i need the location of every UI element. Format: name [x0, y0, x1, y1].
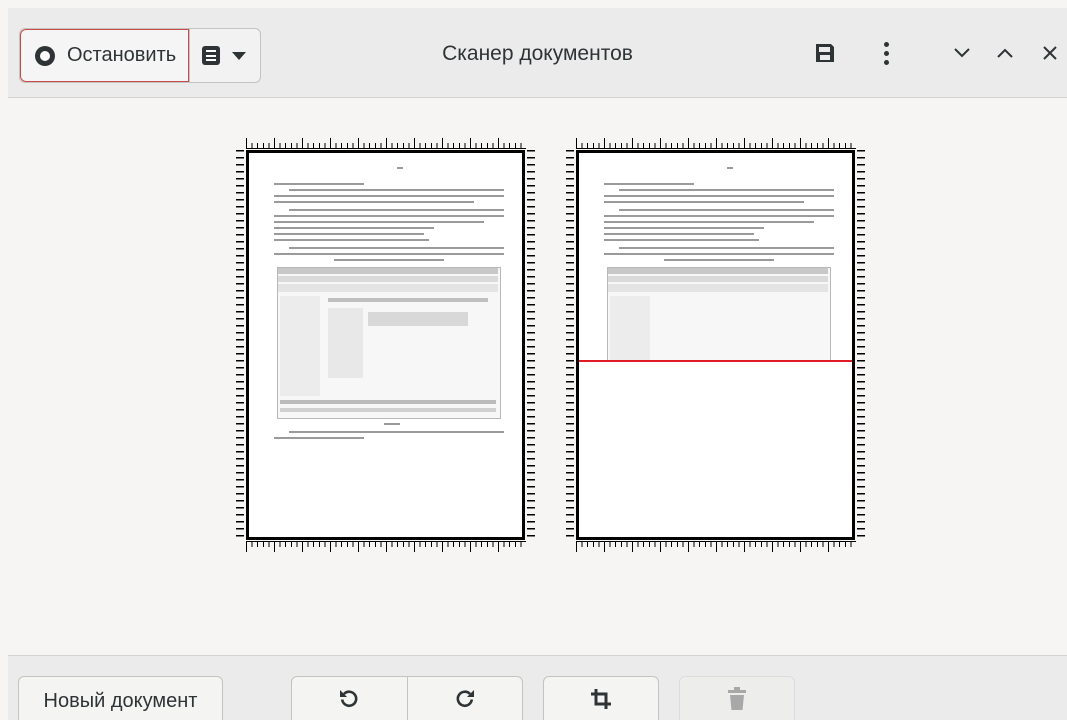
maximize-icon[interactable] — [993, 38, 1017, 68]
ruler-top — [246, 138, 526, 149]
window-title: Сканер документов — [442, 42, 633, 65]
unscanned-region — [579, 362, 852, 537]
delete-page-button[interactable] — [679, 676, 795, 720]
rotate-button-group — [291, 676, 523, 720]
ruler-right — [857, 150, 867, 540]
action-bar: Новый документ — [8, 655, 1067, 720]
kebab-menu-icon[interactable] — [876, 38, 896, 68]
rotate-left-button[interactable] — [292, 677, 407, 720]
app-window: Остановить Сканер документов Новый докум… — [8, 8, 1067, 720]
rotate-right-button[interactable] — [406, 677, 523, 720]
ruler-top — [576, 138, 856, 149]
rotate-right-icon — [455, 688, 475, 715]
page-image — [576, 150, 855, 540]
crop-icon — [590, 688, 612, 715]
rotate-left-icon — [339, 688, 359, 715]
ruler-bottom — [576, 541, 856, 552]
close-icon[interactable] — [1038, 38, 1062, 68]
ruler-right — [527, 150, 537, 540]
ruler-bottom — [246, 541, 526, 552]
save-icon[interactable] — [810, 38, 840, 68]
trash-icon — [727, 686, 747, 716]
scanned-page-2[interactable] — [564, 138, 867, 552]
ruler-left — [564, 150, 574, 540]
minimize-icon[interactable] — [950, 38, 974, 68]
crop-button[interactable] — [543, 676, 659, 720]
page-image — [246, 150, 525, 540]
scan-area — [8, 98, 1067, 655]
scan-progress-line — [579, 360, 852, 362]
new-document-button[interactable]: Новый документ — [18, 676, 223, 720]
scanned-page-1[interactable] — [234, 138, 537, 552]
header-bar: Остановить Сканер документов — [8, 8, 1067, 98]
ruler-left — [234, 150, 244, 540]
